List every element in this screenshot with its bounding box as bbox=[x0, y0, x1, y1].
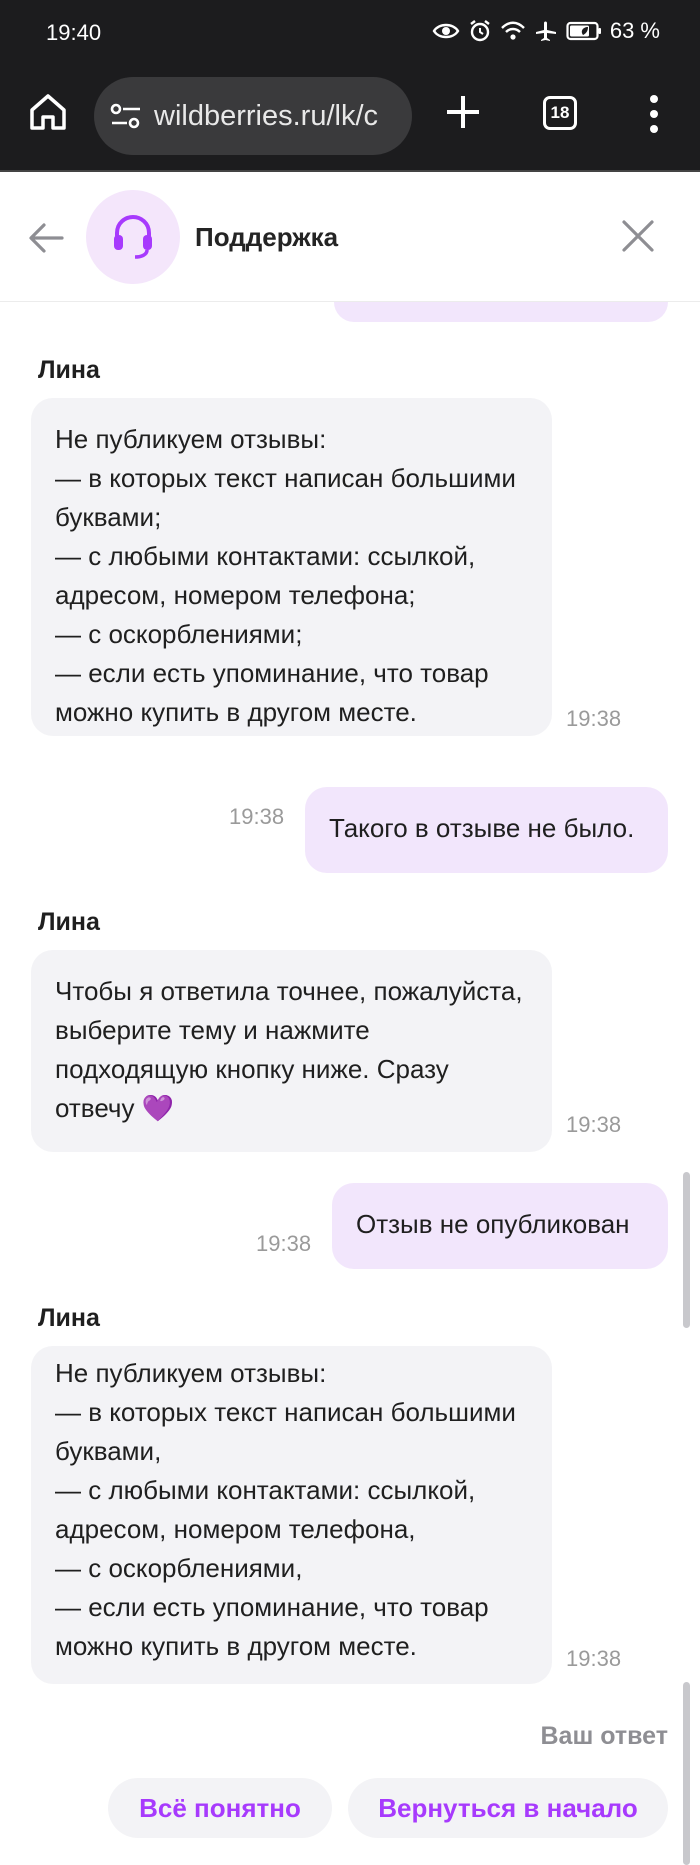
scrollbar-thumb[interactable] bbox=[683, 1172, 690, 1328]
message-time: 19:38 bbox=[256, 1231, 312, 1256]
message-sender: Лина bbox=[38, 908, 100, 936]
status-time: 19:40 bbox=[46, 20, 102, 45]
alarm-icon bbox=[470, 20, 490, 42]
message-sender: Лина bbox=[38, 1304, 100, 1332]
close-icon[interactable] bbox=[620, 218, 656, 254]
home-icon[interactable] bbox=[28, 92, 68, 132]
message-time: 19:38 bbox=[229, 804, 285, 829]
url-text: wildberries.ru/lk/c bbox=[154, 99, 378, 132]
incoming-bubble: Чтобы я ответила точнее, пожалуйста, выб… bbox=[31, 950, 552, 1152]
message-time: 19:38 bbox=[566, 1646, 622, 1671]
status-bar: 19:40 63 % bbox=[0, 0, 700, 62]
chat-title: Поддержка bbox=[195, 222, 339, 252]
your-answer-label: Ваш ответ bbox=[540, 1722, 669, 1750]
purple-heart-icon: 💜 bbox=[141, 1093, 175, 1123]
back-arrow-icon[interactable] bbox=[28, 220, 64, 256]
outgoing-bubble: Отзыв не опубликован bbox=[332, 1183, 668, 1269]
message-text: Чтобы я ответила точнее, пожалуйста, выб… bbox=[55, 976, 523, 1123]
address-bar[interactable]: wildberries.ru/lk/c bbox=[94, 77, 412, 155]
eye-icon bbox=[432, 23, 460, 39]
browser-toolbar: wildberries.ru/lk/c 18 bbox=[0, 62, 700, 172]
message-list[interactable]: Лина Не публикуем отзывы: — в которых те… bbox=[0, 302, 700, 1865]
headset-icon bbox=[114, 214, 152, 259]
all-clear-button[interactable]: Всё понятно bbox=[108, 1778, 332, 1838]
outgoing-bubble: Такого в отзыве не было. bbox=[305, 787, 668, 873]
chat-header: Поддержка bbox=[0, 172, 700, 302]
status-icons: 63 % bbox=[432, 18, 660, 44]
battery-icon bbox=[566, 21, 601, 41]
incoming-bubble: Не публикуем отзывы: — в которых текст н… bbox=[31, 398, 552, 736]
site-settings-icon[interactable] bbox=[110, 101, 142, 131]
tab-switcher-icon[interactable]: 18 bbox=[543, 96, 577, 130]
new-tab-icon[interactable] bbox=[445, 94, 481, 130]
support-avatar bbox=[86, 190, 180, 284]
wifi-icon bbox=[500, 21, 525, 40]
battery-percent: 63 % bbox=[609, 18, 660, 43]
outgoing-bubble-partial bbox=[334, 302, 668, 322]
message-time: 19:38 bbox=[566, 706, 622, 731]
airplane-mode-icon bbox=[535, 21, 556, 41]
return-to-start-button[interactable]: Вернуться в начало bbox=[348, 1778, 668, 1838]
message-sender: Лина bbox=[38, 356, 100, 384]
tab-count: 18 bbox=[550, 103, 570, 122]
scrollbar-thumb[interactable] bbox=[683, 1682, 690, 1865]
more-menu-icon[interactable] bbox=[646, 94, 662, 134]
incoming-bubble: Не публикуем отзывы: — в которых текст н… bbox=[31, 1346, 552, 1684]
message-time: 19:38 bbox=[566, 1112, 622, 1137]
